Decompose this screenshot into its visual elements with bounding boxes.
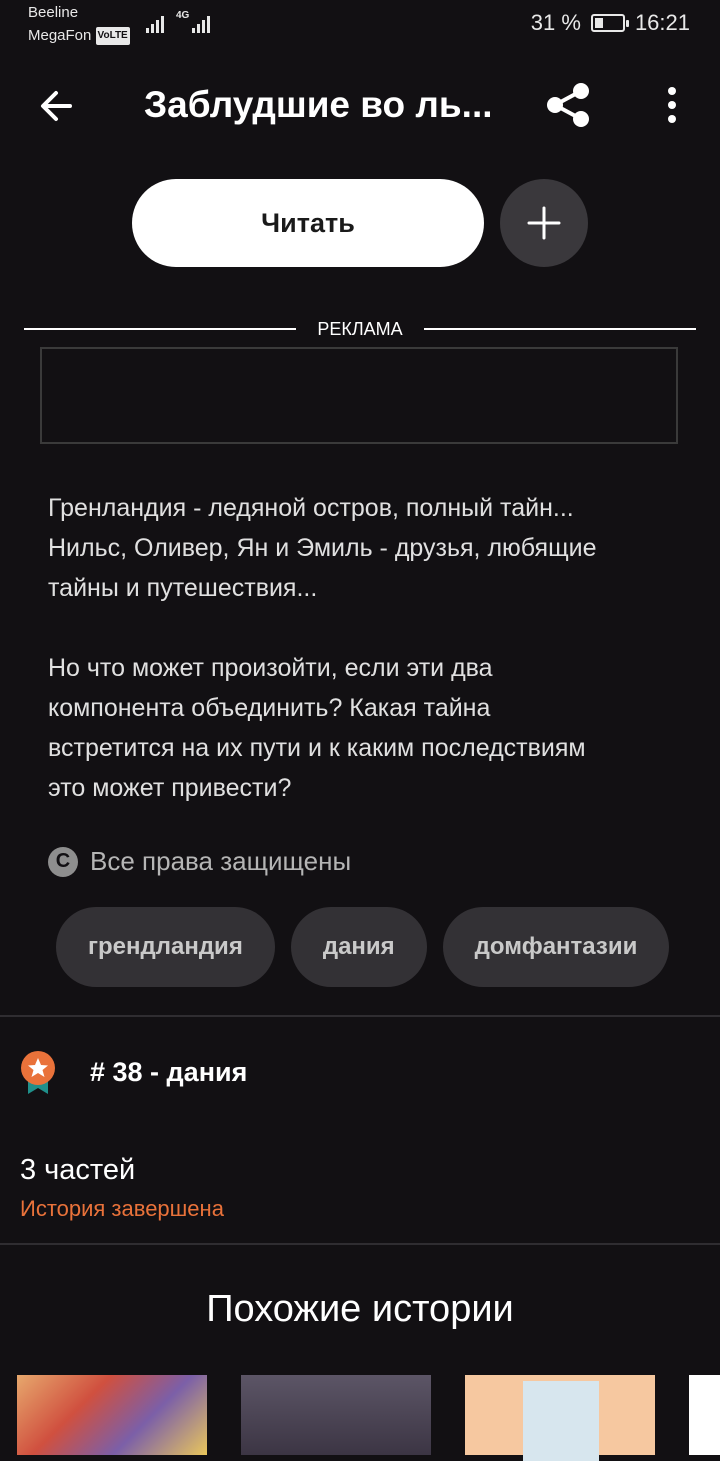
similar-story-cover[interactable] [689,1375,720,1455]
story-description: Гренландия - ледяной остров, полный тайн… [48,494,597,802]
read-button[interactable]: Читать [132,179,484,267]
tag-list[interactable]: грендландия дания домфантазии [56,907,688,987]
similar-story-cover[interactable] [465,1375,655,1461]
carrier-megafon-label: MegaFon [28,27,92,44]
battery-icon [590,14,629,32]
tag-chip[interactable]: грендландия [56,907,275,987]
ranking-text[interactable]: # 38 - дания [90,1057,247,1088]
ad-label: РЕКЛАМА [317,319,403,339]
copyright-label: Все права защищены [90,846,352,876]
section-divider [0,1015,720,1017]
carrier-beeline: Beeline [28,4,79,21]
volte-badge: VoLTE [95,27,130,46]
similar-story-cover[interactable] [17,1375,207,1455]
cover-art [523,1381,599,1461]
ad-banner[interactable] [40,347,678,444]
similar-stories-heading: Похожие истории [206,1288,514,1330]
add-to-library-button[interactable] [500,179,588,267]
story-status: История завершена [20,1196,224,1221]
more-options-icon[interactable] [662,86,682,124]
status-right: 31 % 16:21 [531,10,690,36]
clock: 16:21 [634,10,690,35]
ad-divider-left [24,328,296,330]
back-arrow-icon[interactable] [36,86,76,126]
carrier-megafon: MegaFon VoLTE [28,27,130,46]
parts-count[interactable]: 3 частей [20,1154,135,1187]
share-icon[interactable] [543,80,593,130]
tag-chip[interactable]: дания [290,907,427,987]
tag-chip[interactable]: домфантазии [442,907,670,987]
copyright-notice: C Все права защищены [48,846,351,877]
ad-divider-right [424,328,696,330]
battery-percent: 31 % [530,10,581,35]
network-type: 4G [176,10,190,21]
ranking-badge-icon [21,1051,55,1094]
similar-story-cover[interactable] [241,1375,431,1455]
plus-icon [527,206,561,240]
story-title: Заблудшие во ль... [144,84,493,125]
section-divider [0,1243,720,1245]
copyright-icon: C [48,846,78,877]
